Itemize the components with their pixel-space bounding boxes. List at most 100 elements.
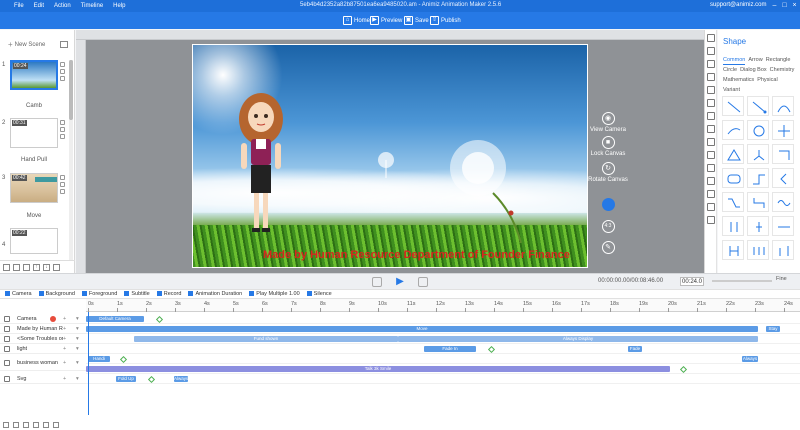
action-bar[interactable]: Fund shown [134,336,398,342]
layer-dropdown[interactable]: ▾ [76,326,79,332]
gear-icon[interactable] [707,216,715,224]
background-toggle[interactable]: Background [38,291,75,297]
play-button[interactable]: ▶ [394,276,406,288]
image-icon[interactable] [707,73,715,81]
animation-duration-button[interactable]: Animation Duration [188,291,242,297]
subtitle-toggle[interactable]: Subtitle [124,291,150,297]
shape-arrow-diagonal[interactable] [747,96,769,116]
scroll-thumb[interactable] [69,60,73,120]
shape-category-icon[interactable] [707,47,715,55]
action-bar[interactable]: Fold Up [116,376,136,382]
timeline-tracks[interactable]: Default Camera Move Stay Fund shown Alwa… [86,315,800,415]
scene-thumb-3[interactable]: 00:42 [10,173,58,203]
scene-name-1[interactable]: Camb [10,103,58,109]
save-button[interactable]: ▣ Save [404,15,429,26]
layer-light[interactable]: light + ▾ [0,345,86,354]
aspect-ratio-button[interactable]: 4:3 [588,220,628,235]
action-bar[interactable]: Fade In [424,346,476,352]
preview-button[interactable]: ▶ Preview [370,15,402,26]
action-bar[interactable]: Default Camera [86,316,144,322]
menu-edit[interactable]: Edit [34,3,44,9]
shape-s-curve[interactable] [747,192,769,212]
toggle-button[interactable] [588,198,628,213]
maximize-icon[interactable]: □ [780,1,789,10]
category-common[interactable]: Common [723,56,746,65]
svg-icon[interactable] [707,177,715,185]
shape-step[interactable] [747,168,769,188]
move-down-icon[interactable]: ↓ [43,263,50,271]
foreground-toggle[interactable]: Foreground [81,291,117,297]
next-icon[interactable] [418,277,428,287]
crop-icon[interactable] [707,34,715,42]
category-arrow[interactable]: Arrow [748,55,762,65]
layer-dropdown[interactable]: ▾ [76,376,79,382]
action-bar[interactable]: Always [174,376,188,382]
copy-icon[interactable] [60,120,65,125]
scene-thumb-1[interactable]: 00:24 [10,60,58,90]
play-multiple-button[interactable]: Play Multiple 1.00 [249,291,300,297]
menu-file[interactable]: File [14,3,24,9]
add-action-button[interactable]: + [63,346,66,352]
shape-wave[interactable] [772,192,794,212]
shape-pipe[interactable] [722,240,744,260]
effect-icon[interactable] [707,125,715,133]
category-physical[interactable]: Physical [757,75,777,85]
category-rectangle[interactable]: Rectangle [766,55,791,65]
chart-icon[interactable] [707,138,715,146]
layer-made-by[interactable]: Made by Human Re + ▾ [0,325,86,334]
close-icon[interactable]: × [790,1,799,10]
layer-business-woman[interactable]: business woman + ▾ [0,359,86,371]
scene-name-2[interactable]: Hand Pull [10,157,58,163]
map-icon[interactable] [707,203,715,211]
shape-corner[interactable] [772,144,794,164]
delete-icon[interactable] [60,127,65,132]
rotate-canvas-button[interactable]: ↻ Rotate Canvas [588,162,628,183]
copy-icon[interactable] [60,62,65,67]
move-up-icon[interactable]: ↑ [33,263,40,271]
shape-fork[interactable] [747,144,769,164]
layer-dropdown[interactable]: ▾ [76,360,79,366]
scene-thumb-4[interactable]: 00:22 [10,228,58,254]
add-layer-icon[interactable] [3,422,9,428]
add-icon[interactable] [60,189,65,194]
move-up-icon[interactable] [33,422,39,428]
shape-curve[interactable] [722,120,744,140]
layer-dropdown[interactable]: ▾ [76,336,79,342]
keyframe-diamond[interactable] [147,375,156,384]
new-scene-button[interactable]: + New Scene [8,39,45,50]
shape-circle[interactable] [747,120,769,140]
camera-toggle[interactable]: Camera [5,291,32,297]
delete-icon[interactable] [60,69,65,74]
copy-icon[interactable] [60,175,65,180]
view-camera-button[interactable]: ◉ View Camera [588,112,628,133]
keyframe-diamond[interactable] [119,355,128,364]
shape-hline[interactable] [772,216,794,236]
delete-icon[interactable] [60,182,65,187]
shape-vline[interactable] [747,216,769,236]
folder-icon[interactable] [13,422,19,428]
shape-cross[interactable] [772,120,794,140]
add-action-button[interactable]: + [63,376,66,382]
stage-caption-text[interactable]: Made by Human Resource Department of Fou… [263,249,570,261]
move-down-icon[interactable] [23,422,29,428]
business-woman-character[interactable] [231,91,291,241]
silence-button[interactable]: Silence [306,291,332,297]
music-icon[interactable] [707,112,715,120]
scene-menu-icon[interactable] [60,41,68,48]
shape-zigzag[interactable] [722,192,744,212]
shape-arc[interactable] [772,96,794,116]
keyframe-diamond[interactable] [487,345,496,354]
shape-line-diagonal[interactable] [722,96,744,116]
record-button[interactable]: Record [156,291,181,297]
visibility-icon[interactable] [53,422,59,428]
minimize-icon[interactable]: – [770,1,779,10]
timeline-ruler[interactable]: 0s 1s 2s 3s 4s 5s 6s 7s 8s 9s 10s 11s 12s 13s 14s 15s 16… [86,299,800,312]
character-icon[interactable] [707,86,715,94]
category-dialog-box[interactable]: Dialog Box [740,65,767,75]
layer-svg[interactable]: Svg + ▾ [0,375,86,384]
add-action-button[interactable]: + [63,360,66,366]
more-icon[interactable] [53,263,60,271]
shape-bars[interactable] [772,240,794,260]
user-email[interactable]: support@animiz.com [710,2,766,8]
shape-parallel[interactable] [722,216,744,236]
